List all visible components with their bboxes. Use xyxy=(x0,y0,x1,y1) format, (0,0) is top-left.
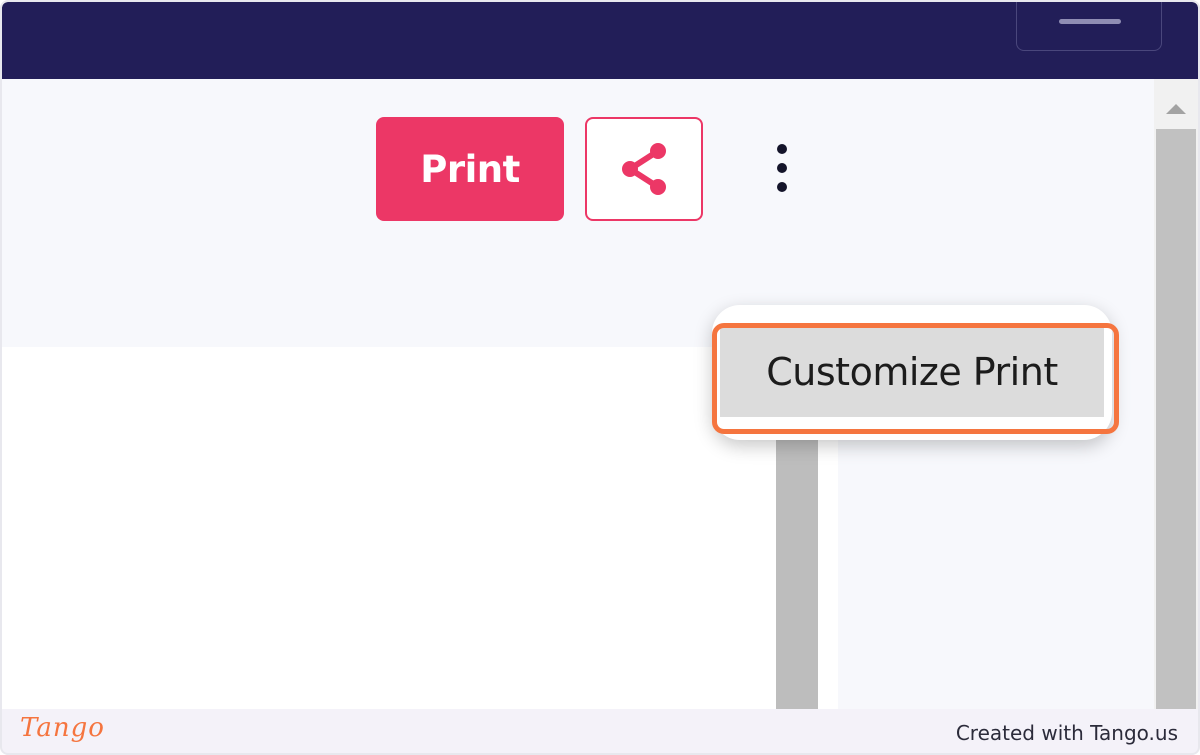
page-scrollbar[interactable] xyxy=(1154,79,1198,709)
inner-scrollbar-thumb[interactable] xyxy=(776,440,818,709)
scroll-up-button[interactable] xyxy=(1154,89,1198,129)
hamburger-menu-button[interactable] xyxy=(1016,0,1162,51)
caret-up-icon xyxy=(1166,104,1186,114)
share-button[interactable] xyxy=(585,117,703,221)
app-window: Print Customize Print Tango Created with… xyxy=(0,0,1200,755)
top-header xyxy=(2,0,1198,79)
customize-print-menu-item[interactable]: Customize Print xyxy=(720,327,1104,417)
content-area xyxy=(2,347,776,709)
share-icon xyxy=(622,143,666,195)
kebab-menu-icon xyxy=(777,144,787,154)
page-scrollbar-thumb[interactable] xyxy=(1156,129,1196,709)
footer: Tango Created with Tango.us xyxy=(2,709,1198,755)
more-options-button[interactable] xyxy=(764,142,800,202)
tango-logo: Tango xyxy=(20,713,105,743)
print-button[interactable]: Print xyxy=(376,117,564,221)
hamburger-icon xyxy=(1059,19,1121,24)
options-dropdown-menu: Customize Print xyxy=(712,305,1112,440)
credit-text: Created with Tango.us xyxy=(955,721,1178,745)
